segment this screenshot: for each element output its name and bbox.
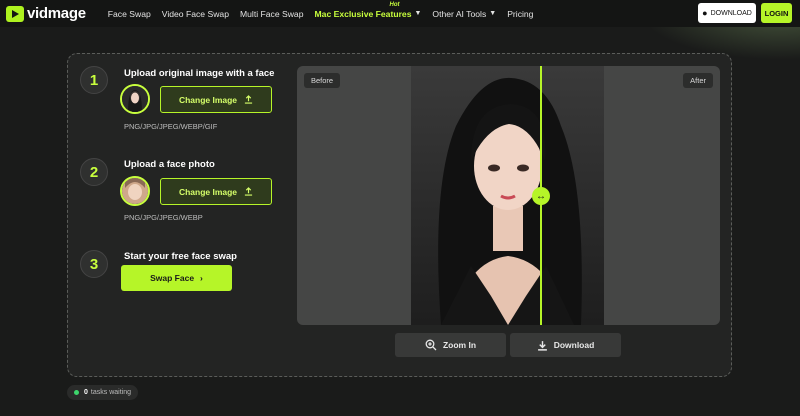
preview-area: Before After ↔ [297, 66, 720, 325]
swap-face-label: Swap Face [150, 273, 195, 283]
chevron-down-icon: ▼ [489, 10, 497, 17]
step-2-formats: PNG/JPG/JPEG/WEBP [124, 213, 203, 222]
zoom-in-button[interactable]: Zoom In [395, 333, 506, 357]
nav-other-ai-tools[interactable]: Other AI Tools ▼ [432, 9, 496, 19]
step-1-title: Upload original image with a face [124, 68, 275, 79]
nav-video-face-swap[interactable]: Video Face Swap [162, 9, 229, 19]
portrait-icon [122, 86, 148, 112]
portrait-image [411, 66, 604, 325]
brand-name: vidmage [27, 5, 86, 22]
change-image-label: Change Image [178, 186, 238, 197]
step-2-number: 2 [80, 158, 108, 186]
nav-mac-exclusive[interactable]: Mac Exclusive Features Hot ▼ [314, 2, 422, 19]
step-2-title: Upload a face photo [124, 159, 215, 170]
swap-handle-icon[interactable]: ↔ [532, 187, 550, 205]
preview-image [411, 66, 604, 325]
after-label: After [683, 73, 713, 88]
brand-logo[interactable]: vidmage [6, 5, 86, 22]
nav-face-swap[interactable]: Face Swap [108, 9, 151, 19]
swap-face-button[interactable]: Swap Face › [121, 265, 232, 291]
status-dot [74, 390, 79, 395]
download-icon [537, 340, 547, 351]
header-download-label: DOWNLOAD [710, 9, 752, 17]
logo-icon [6, 5, 24, 22]
change-face-photo-button[interactable]: Change Image [160, 178, 272, 205]
step-3-number: 3 [80, 250, 108, 278]
tasks-status: 0 tasks waiting [67, 385, 138, 400]
nav-multi-face-swap[interactable]: Multi Face Swap [240, 9, 304, 19]
apple-icon: ● [702, 8, 708, 18]
change-original-image-button[interactable]: Change Image [160, 86, 272, 113]
nav-mac-exclusive-label: Mac Exclusive Features [314, 8, 412, 19]
nav-other-ai-tools-label: Other AI Tools [432, 8, 487, 19]
face-photo-thumbnail[interactable] [120, 176, 150, 206]
tasks-count: 0 [84, 389, 88, 396]
main-nav: Face Swap Video Face Swap Multi Face Swa… [108, 2, 534, 19]
upload-icon [244, 95, 253, 104]
before-label: Before [304, 73, 341, 88]
step-1-number: 1 [80, 66, 108, 94]
zoom-in-icon [425, 339, 437, 351]
download-label: Download [553, 340, 595, 350]
face-photo-icon [122, 178, 148, 204]
tasks-label: tasks waiting [90, 389, 131, 396]
login-button[interactable]: LOGIN [761, 3, 792, 23]
step-1-formats: PNG/JPG/JPEG/WEBP/GIF [124, 122, 218, 131]
change-image-label: Change Image [178, 94, 238, 105]
top-header: vidmage Face Swap Video Face Swap Multi … [0, 0, 800, 27]
hot-badge: Hot [389, 1, 400, 8]
zoom-in-label: Zoom In [442, 340, 477, 350]
step-3-title: Start your free face swap [124, 251, 237, 262]
arrow-right-icon: › [200, 273, 203, 283]
original-image-thumbnail[interactable] [120, 84, 150, 114]
nav-pricing[interactable]: Pricing [507, 9, 533, 19]
upload-icon [244, 187, 253, 196]
chevron-down-icon: ▼ [414, 10, 422, 17]
download-button[interactable]: Download [510, 333, 621, 357]
header-download-button[interactable]: ● DOWNLOAD [698, 3, 756, 23]
